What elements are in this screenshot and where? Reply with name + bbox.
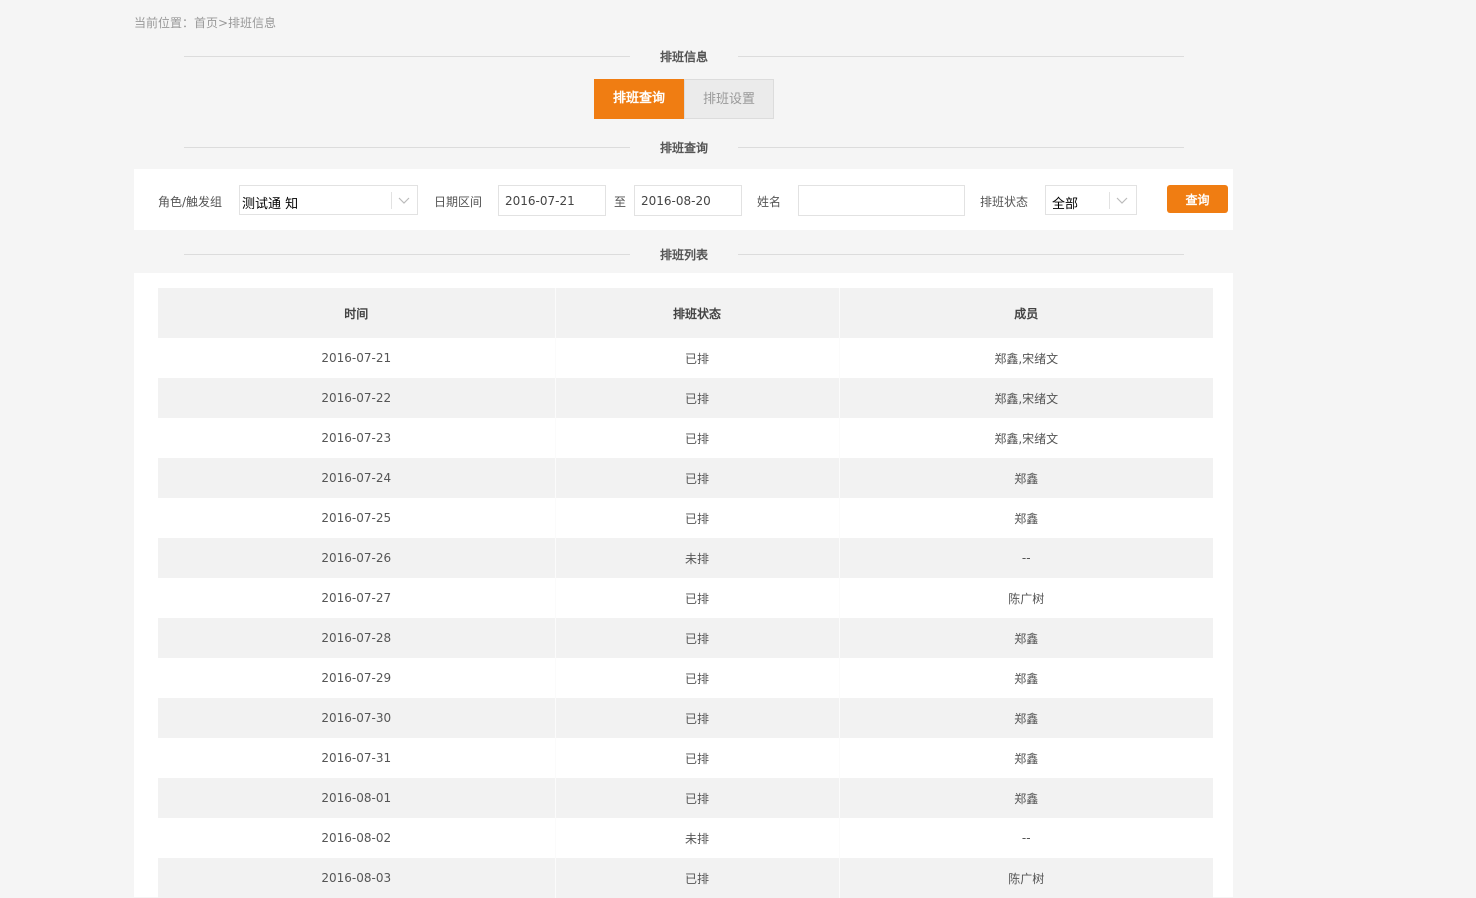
divider-line [738, 56, 1184, 57]
cell-date: 2016-08-02 [321, 831, 392, 845]
table-row: 2016-07-26 未排 -- [158, 538, 1213, 578]
name-input[interactable] [798, 185, 965, 216]
chevron-down-icon[interactable] [397, 191, 411, 209]
table-row: 2016-07-27 已排 陈广树 [158, 578, 1213, 618]
section-title-list: 排班列表 [184, 244, 1184, 264]
date-range-label: 日期区间 [434, 195, 483, 209]
column-header-status: 排班状态 [554, 288, 839, 338]
cell-date: 2016-08-03 [158, 858, 555, 898]
cell-date: 2016-07-27 [321, 591, 392, 605]
cell-members: 郑鑫 [838, 698, 1213, 738]
table-row: 2016-08-02 未排 -- [158, 818, 1213, 858]
table-row: 2016-08-03 已排 陈广树 [158, 858, 1213, 898]
cell-status: 未排 [554, 538, 839, 578]
cell-status: 已排 [554, 738, 839, 778]
column-header-members: 成员 [838, 288, 1213, 338]
table-row: 2016-07-30 已排 郑鑫 [158, 698, 1213, 738]
cell-date: 2016-07-22 [158, 378, 555, 418]
cell-members: 郑鑫,宋绪文 [838, 418, 1213, 458]
status-select-value: 全部 [1052, 197, 1079, 212]
cell-status: 已排 [554, 778, 839, 818]
cell-members: 郑鑫,宋绪文 [838, 378, 1213, 418]
cell-members: 陈广树 [838, 858, 1213, 898]
cell-members: -- [838, 538, 1213, 578]
table-row: 2016-07-31 已排 郑鑫 [158, 738, 1213, 778]
role-select-value: 测试通 知 [242, 197, 299, 212]
date-from-input[interactable] [498, 185, 606, 216]
cell-status: 已排 [554, 698, 839, 738]
cell-date: 2016-07-25 [321, 511, 392, 525]
cell-members: 郑鑫 [838, 778, 1213, 818]
table-row: 2016-07-21 已排 郑鑫,宋绪文 [158, 338, 1213, 378]
cell-members: 郑鑫 [838, 738, 1213, 778]
cell-status: 已排 [554, 618, 839, 658]
tab-schedule-query[interactable]: 排班查询 [594, 79, 684, 119]
cell-status: 已排 [554, 658, 839, 698]
column-header-date: 时间 [158, 288, 555, 338]
cell-date: 2016-07-29 [321, 671, 392, 685]
cell-members: 郑鑫,宋绪文 [838, 338, 1213, 378]
section-title-info: 排班信息 [184, 46, 1184, 66]
select-divider [391, 192, 392, 209]
cell-members: -- [838, 818, 1213, 858]
section-title-query: 排班查询 [184, 137, 1184, 157]
table-row: 2016-07-24 已排 郑鑫 [158, 458, 1213, 498]
schedule-table: 时间 排班状态 成员 2016-07-21 已排 郑鑫,宋绪文 2016-07-22 已… [158, 288, 1213, 898]
cell-status: 已排 [554, 498, 839, 538]
cell-date: 2016-07-23 [321, 431, 392, 445]
cell-date: 2016-07-31 [321, 751, 392, 765]
table-row: 2016-07-25 已排 郑鑫 [158, 498, 1213, 538]
cell-members: 陈广树 [838, 578, 1213, 618]
table-row: 2016-07-22 已排 郑鑫,宋绪文 [158, 378, 1213, 418]
cell-date: 2016-07-21 [321, 351, 392, 365]
cell-date: 2016-08-01 [158, 778, 555, 818]
table-row: 2016-07-29 已排 郑鑫 [158, 658, 1213, 698]
cell-status: 已排 [554, 338, 839, 378]
breadcrumb: 当前位置：首页>排班信息 [134, 16, 277, 30]
cell-members: 郑鑫 [838, 458, 1213, 498]
select-divider [1109, 192, 1110, 209]
cell-status: 已排 [554, 858, 839, 898]
chevron-down-icon[interactable] [1115, 191, 1129, 209]
table-header-row: 时间 排班状态 成员 [158, 288, 1213, 338]
schedule-list-panel: 时间 排班状态 成员 2016-07-21 已排 郑鑫,宋绪文 2016-07-22 已… [134, 273, 1233, 898]
filter-panel: 角色/触发组 测试通 知 日期区间 至 姓名 排班状态 全部 查询 [134, 169, 1233, 230]
role-select[interactable]: 测试通 知 [239, 185, 418, 215]
table-row: 2016-07-23 已排 郑鑫,宋绪文 [158, 418, 1213, 458]
cell-date: 2016-07-28 [158, 618, 555, 658]
table-row: 2016-08-01 已排 郑鑫 [158, 778, 1213, 818]
cell-date: 2016-07-24 [158, 458, 555, 498]
cell-status: 已排 [554, 418, 839, 458]
tab-schedule-settings[interactable]: 排班设置 [684, 79, 774, 119]
cell-members: 郑鑫 [838, 618, 1213, 658]
table-row: 2016-07-28 已排 郑鑫 [158, 618, 1213, 658]
cell-members: 郑鑫 [838, 498, 1213, 538]
tab-bar: 排班查询 排班设置 [594, 79, 774, 119]
cell-date: 2016-07-26 [158, 538, 555, 578]
name-label: 姓名 [757, 195, 782, 209]
status-label: 排班状态 [980, 195, 1029, 209]
date-separator: 至 [614, 195, 627, 209]
query-button[interactable]: 查询 [1167, 185, 1228, 213]
divider-line [738, 254, 1184, 255]
cell-status: 未排 [554, 818, 839, 858]
cell-status: 已排 [554, 458, 839, 498]
cell-status: 已排 [554, 378, 839, 418]
cell-members: 郑鑫 [838, 658, 1213, 698]
status-select[interactable]: 全部 [1045, 185, 1137, 215]
divider-line [738, 147, 1184, 148]
cell-status: 已排 [554, 578, 839, 618]
role-label: 角色/触发组 [158, 195, 223, 209]
cell-date: 2016-07-30 [158, 698, 555, 738]
date-to-input[interactable] [634, 185, 742, 216]
